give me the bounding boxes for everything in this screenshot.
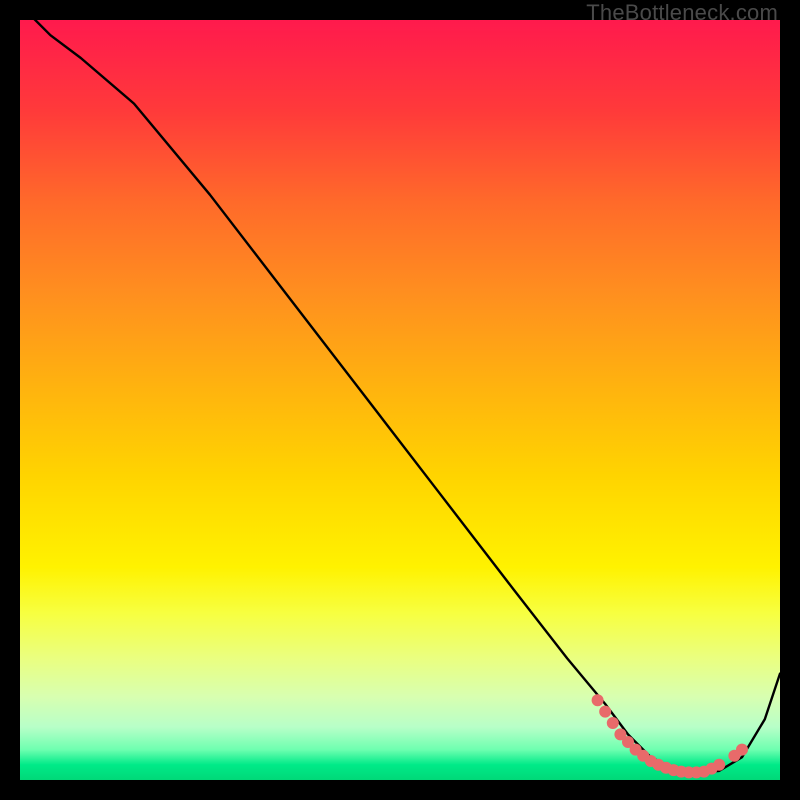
curve-layer [20,20,780,780]
optimum-marker [592,694,604,706]
optimum-marker [713,759,725,771]
optimum-marker [599,706,611,718]
plot-area [20,20,780,780]
optimum-marker [607,717,619,729]
chart-frame: TheBottleneck.com [0,0,800,800]
optimum-marker [736,744,748,756]
optimum-markers-group [592,694,748,778]
bottleneck-curve-path [20,20,780,772]
